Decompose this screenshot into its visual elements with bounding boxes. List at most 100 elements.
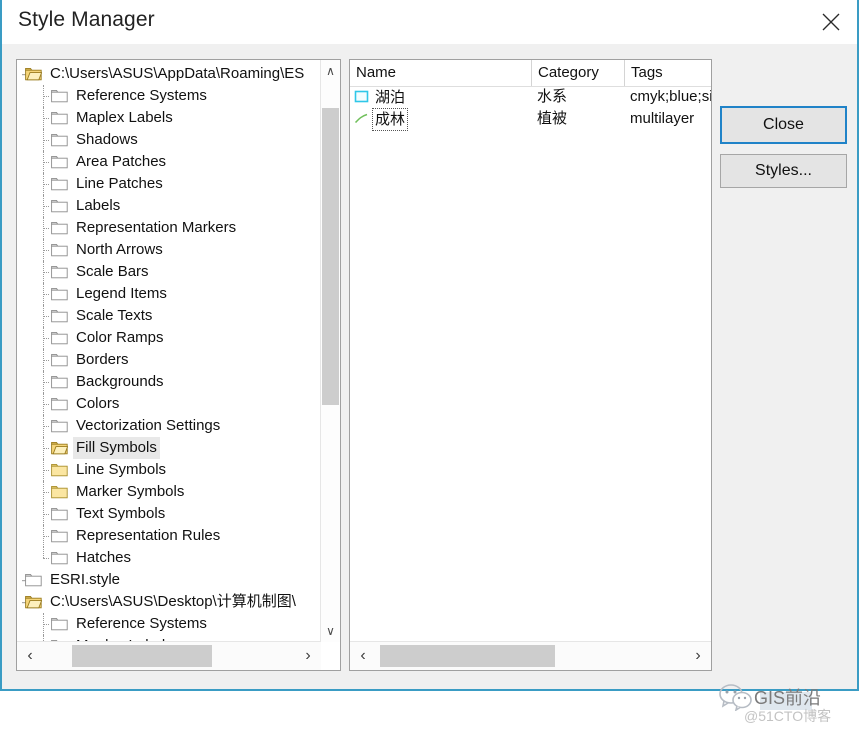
symbol-name-label: 成林 — [371, 107, 409, 131]
tree-item-label: Shadows — [76, 131, 138, 149]
folder-closed-gray-icon — [51, 286, 68, 301]
tree-horizontal-scroll-thumb[interactable] — [72, 645, 212, 667]
tree-vertical-scrollbar[interactable]: ∧ ∨ — [320, 60, 340, 642]
folder-open-yellow-icon — [25, 66, 43, 81]
style-manager-dialog: Style Manager – C:\Users\ASUS\AppData\Roa… — [0, 0, 859, 724]
tree-item[interactable]: Labels — [17, 195, 322, 217]
styles-button[interactable]: Styles... — [720, 154, 847, 188]
list-scroll-left-arrow[interactable]: ‹ — [350, 642, 376, 670]
folder-closed-gray-icon — [51, 110, 68, 125]
tree-item-label: Reference Systems — [76, 615, 207, 633]
tree-item[interactable]: Reference Systems — [17, 613, 322, 635]
tree-item[interactable]: Fill Symbols — [17, 437, 322, 460]
tree-item[interactable]: Text Symbols — [17, 503, 322, 525]
tree-item[interactable]: – C:\Users\ASUS\Desktop\计算机制图\ — [17, 591, 322, 613]
symbol-name-cell: 成林 — [354, 107, 409, 131]
folder-closed-gray-icon — [51, 154, 68, 169]
table-row[interactable]: 湖泊 水系 cmyk;blue;si — [350, 86, 711, 108]
list-horizontal-scrollbar[interactable]: ‹ › — [350, 641, 711, 670]
folder-closed-gray-icon — [51, 308, 68, 323]
tree-item-label: Representation Rules — [76, 527, 221, 545]
close-button[interactable]: Close — [720, 106, 847, 144]
tree-item[interactable]: – ESRI.style — [17, 569, 322, 591]
tree-item[interactable]: Color Ramps — [17, 327, 322, 349]
tree-item[interactable]: Area Patches — [17, 151, 322, 173]
tree-scroll-up-arrow[interactable]: ∧ — [321, 60, 340, 82]
tree-item[interactable]: Representation Rules — [17, 525, 322, 547]
tree-item-label: Line Patches — [76, 175, 163, 193]
tree-item[interactable]: North Arrows — [17, 239, 322, 261]
tree-item[interactable]: Reference Systems — [17, 85, 322, 107]
tree-item[interactable]: Line Patches — [17, 173, 322, 195]
tree-item[interactable]: Representation Markers — [17, 217, 322, 239]
tree-scroll-right-arrow[interactable]: › — [295, 642, 321, 670]
folder-closed-gray-icon — [51, 616, 68, 631]
page-title: Style Manager — [18, 8, 155, 31]
folder-closed-gray-icon — [51, 132, 68, 147]
tree-scroll-left-arrow[interactable]: ‹ — [17, 642, 43, 670]
folder-closed-yellow-icon — [51, 484, 68, 499]
tree-item[interactable]: Shadows — [17, 129, 322, 151]
folder-closed-gray-icon — [51, 330, 68, 345]
table-row[interactable]: 成林 植被 multilayer — [350, 107, 711, 131]
tree-vertical-scroll-thumb[interactable] — [322, 108, 339, 405]
dialog-content: – C:\Users\ASUS\AppData\Roaming\ES Referen… — [2, 44, 857, 724]
tree-item-label: Representation Markers — [76, 219, 237, 237]
tree-item[interactable]: Colors — [17, 393, 322, 415]
tree-item-label: Reference Systems — [76, 87, 207, 105]
tree-item[interactable]: Scale Texts — [17, 305, 322, 327]
tree-item-label: ESRI.style — [50, 571, 121, 589]
folder-closed-gray-icon — [51, 176, 68, 191]
tree-item-label: Colors — [76, 395, 120, 413]
tree-item[interactable]: Hatches — [17, 547, 322, 569]
tree-item[interactable]: Vectorization Settings — [17, 415, 322, 437]
style-tree-viewport: – C:\Users\ASUS\AppData\Roaming\ES Referen… — [17, 60, 322, 643]
folder-closed-gray-icon — [51, 264, 68, 279]
symbol-tags-cell: cmyk;blue;si — [630, 88, 711, 105]
tree-item-label: C:\Users\ASUS\AppData\Roaming\ES — [50, 65, 305, 83]
tree-item-label: Scale Bars — [76, 263, 149, 281]
tree-scroll-down-arrow[interactable]: ∨ — [321, 620, 340, 642]
folder-closed-gray-icon — [51, 396, 68, 411]
tree-horizontal-scrollbar[interactable]: ‹ › — [17, 641, 321, 670]
folder-closed-gray-icon — [51, 550, 68, 565]
tree-item-label: Borders — [76, 351, 129, 369]
tree-item[interactable]: Marker Symbols — [17, 481, 322, 503]
symbol-name-cell: 湖泊 — [354, 86, 407, 108]
watermark-text: GIS前沿 — [754, 688, 822, 708]
list-scroll-right-arrow[interactable]: › — [685, 642, 711, 670]
watermark-block-overlay — [760, 692, 812, 710]
style-tree-panel: – C:\Users\ASUS\AppData\Roaming\ES Referen… — [16, 59, 341, 671]
tree-item-label: Marker Symbols — [76, 483, 185, 501]
tree-item[interactable]: Scale Bars — [17, 261, 322, 283]
style-tree: – C:\Users\ASUS\AppData\Roaming\ES Referen… — [17, 60, 322, 643]
column-header-tags[interactable]: Tags — [624, 60, 711, 86]
symbol-category-cell: 植被 — [537, 110, 568, 127]
folder-closed-gray-icon — [51, 220, 68, 235]
folder-open-yellow-icon — [51, 440, 69, 455]
column-header-category[interactable]: Category — [531, 60, 624, 86]
title-bar: Style Manager — [2, 0, 857, 45]
folder-closed-gray-icon — [25, 572, 42, 587]
folder-closed-gray-icon — [51, 352, 68, 367]
symbol-name-label: 湖泊 — [375, 88, 406, 106]
tree-item[interactable]: Maplex Labels — [17, 107, 322, 129]
symbol-category-cell: 水系 — [537, 88, 568, 105]
column-header-name[interactable]: Name — [350, 60, 531, 86]
symbol-list-panel: Name Category Tags 湖泊 水系 cmyk;blue;si 成林 植被 mul… — [349, 59, 712, 671]
tree-item-label: Legend Items — [76, 285, 167, 303]
line-green-curve-icon — [354, 111, 371, 126]
tree-item[interactable]: Borders — [17, 349, 322, 371]
folder-closed-gray-icon — [51, 242, 68, 257]
list-horizontal-scroll-thumb[interactable] — [380, 645, 555, 667]
tree-item-label: Area Patches — [76, 153, 167, 171]
close-window-button[interactable] — [805, 0, 857, 44]
folder-closed-gray-icon — [51, 528, 68, 543]
tree-item[interactable]: Line Symbols — [17, 459, 322, 481]
tree-item[interactable]: Backgrounds — [17, 371, 322, 393]
tree-item-label: Vectorization Settings — [76, 417, 221, 435]
fill-square-cyan-icon — [354, 89, 371, 104]
watermark: GIS前沿 @51CTO博客 — [716, 680, 856, 730]
tree-item[interactable]: – C:\Users\ASUS\AppData\Roaming\ES — [17, 63, 322, 85]
tree-item[interactable]: Legend Items — [17, 283, 322, 305]
